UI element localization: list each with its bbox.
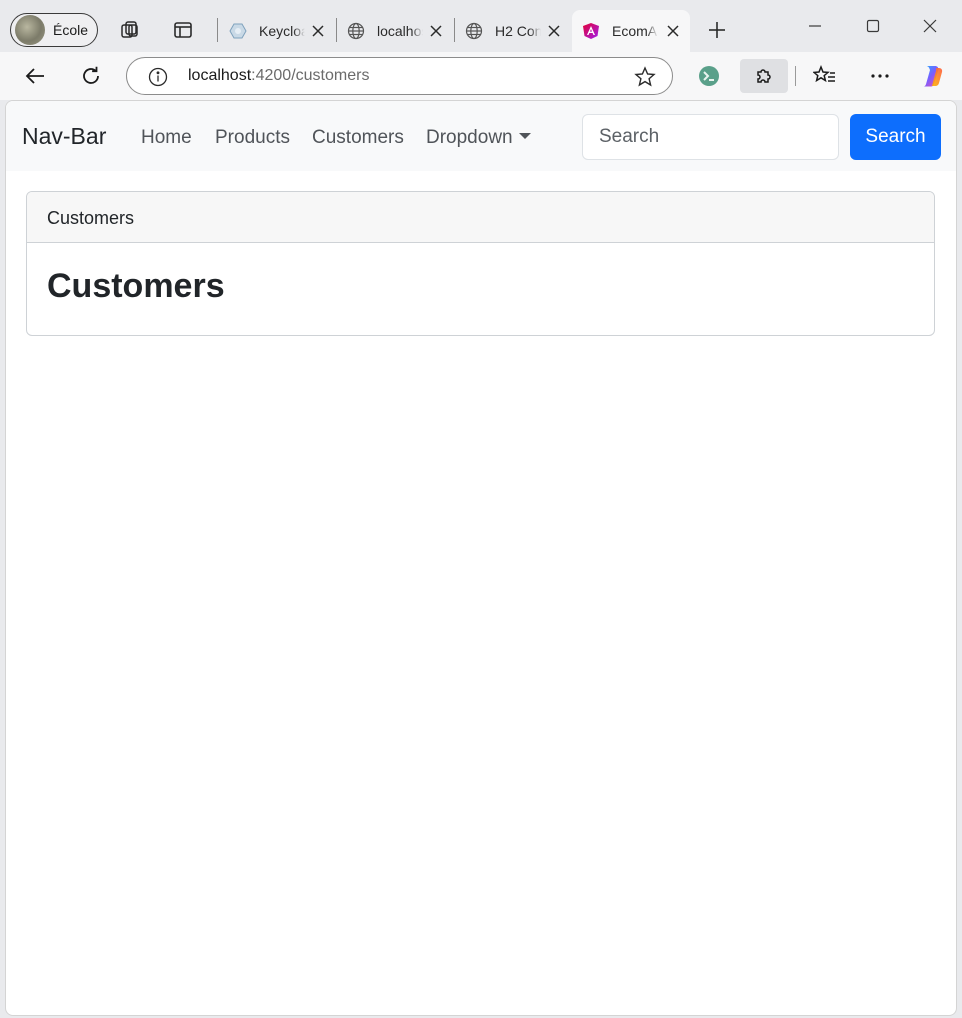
extensions-puzzle-icon[interactable] <box>740 59 788 93</box>
extension-tools-icon[interactable] <box>692 59 726 93</box>
refresh-icon[interactable] <box>76 61 106 91</box>
url-path: :4200/customers <box>251 67 370 84</box>
tab-keycloak[interactable]: Keycloak <box>219 10 335 52</box>
search-button[interactable]: Search <box>850 114 941 160</box>
close-tab-icon[interactable] <box>427 22 445 40</box>
page-title: Customers <box>47 267 225 305</box>
tab-ecomapp[interactable]: EcomApp <box>572 10 690 52</box>
nav-link-home[interactable]: Home <box>141 127 192 149</box>
search-input[interactable] <box>582 114 839 160</box>
nav-dropdown-label: Dropdown <box>426 127 513 148</box>
close-window-icon[interactable] <box>915 14 945 38</box>
keycloak-favicon-icon <box>229 22 247 40</box>
site-info-icon[interactable] <box>147 66 169 88</box>
favorite-star-icon[interactable] <box>634 66 656 88</box>
maximize-icon[interactable] <box>858 14 888 38</box>
nav-link-customers[interactable]: Customers <box>312 127 404 149</box>
browser-toolbar: localhost:4200/customers <box>0 52 962 100</box>
angular-icon <box>582 22 600 40</box>
close-tab-icon[interactable] <box>545 22 563 40</box>
more-options-icon[interactable] <box>863 59 897 93</box>
copilot-icon[interactable] <box>914 59 948 93</box>
customers-card: Customers Customers <box>26 191 935 336</box>
tab-localhost[interactable]: localhost <box>337 10 453 52</box>
profile-button[interactable]: École <box>10 13 98 47</box>
toolbar-divider <box>795 66 796 86</box>
site-navbar: Nav-Bar Home Products Customers Dropdown… <box>6 101 956 171</box>
workspaces-icon[interactable] <box>118 18 142 42</box>
new-tab-plus-icon[interactable] <box>704 17 730 43</box>
address-bar[interactable]: localhost:4200/customers <box>126 57 673 95</box>
tab-h2-console[interactable]: H2 Console <box>455 10 571 52</box>
back-arrow-icon[interactable] <box>20 61 50 91</box>
profile-avatar <box>15 15 45 45</box>
tab-strip: École Keycloak localhost H2 Console <box>0 0 962 52</box>
close-tab-icon[interactable] <box>664 22 682 40</box>
tab-separator <box>217 18 218 42</box>
navbar-brand[interactable]: Nav-Bar <box>22 123 106 150</box>
url-host: localhost <box>188 67 252 84</box>
caret-down-icon <box>518 133 531 139</box>
tab-title: localhost <box>377 23 423 39</box>
card-header: Customers <box>27 192 934 243</box>
profile-label: École <box>53 22 89 38</box>
nav-dropdown-toggle[interactable]: Dropdown <box>426 127 531 149</box>
tab-title: H2 Console <box>495 23 541 39</box>
minimize-icon[interactable] <box>800 14 830 38</box>
close-tab-icon[interactable] <box>309 22 327 40</box>
tab-title: Keycloak <box>259 23 305 39</box>
tab-title: EcomApp <box>612 23 658 39</box>
card-body: Customers <box>27 243 934 306</box>
globe-icon <box>347 22 365 40</box>
url-text: localhost:4200/customers <box>188 67 369 85</box>
globe-icon <box>465 22 483 40</box>
tab-actions-icon[interactable] <box>171 18 195 42</box>
page-viewport: Nav-Bar Home Products Customers Dropdown… <box>5 100 957 1016</box>
favorites-list-icon[interactable] <box>808 59 842 93</box>
nav-link-products[interactable]: Products <box>215 127 290 149</box>
